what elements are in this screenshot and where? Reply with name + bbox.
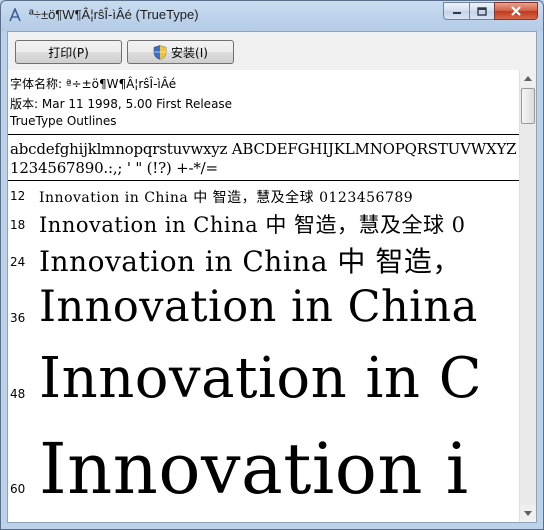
- sample-size: 48: [10, 387, 26, 401]
- scroll-up-button[interactable]: [520, 70, 536, 87]
- vertical-scrollbar[interactable]: [519, 70, 536, 522]
- version-line: 版本: Mar 11 1998, 5.00 First Release: [10, 97, 233, 111]
- sample-row-60: 60 Innovation i: [8, 422, 520, 522]
- divider: [8, 134, 520, 135]
- scroll-down-button[interactable]: [520, 505, 536, 522]
- sample-text: Innovation in China 中 智造，慧及全球 0: [39, 213, 466, 237]
- sample-text: Innovation in China 中 智造，慧及全球 0123456789: [39, 190, 414, 206]
- print-button-label: 打印(P): [48, 45, 89, 60]
- sample-text: Innovation in China 中 智造，: [39, 245, 461, 278]
- sample-text: Innovation in C: [39, 346, 483, 411]
- sample-text: Innovation in China: [39, 282, 478, 332]
- sample-size: 60: [10, 482, 26, 496]
- font-preview: 字体名称: ª÷±ö¶W¶Â¦rŝÎ-ìÂé 版本: Mar 11 1998, …: [8, 70, 520, 522]
- sample-size: 12: [10, 189, 26, 203]
- sample-row-36: 36 Innovation in China: [8, 280, 520, 342]
- uac-shield-icon: [153, 44, 167, 60]
- font-viewer-window: ª÷±ö¶W¶Â¦rŝÎ-ìÂé (TrueType) 打印(P) 安装(I) …: [0, 0, 544, 530]
- scrollbar-thumb[interactable]: [521, 88, 535, 124]
- chevron-up-icon: [524, 76, 532, 81]
- sample-size: 24: [10, 255, 26, 269]
- maximize-icon: [477, 6, 487, 16]
- window-title: ª÷±ö¶W¶Â¦rŝÎ-ìÂé (TrueType): [29, 7, 199, 22]
- sample-row-12: 12 Innovation in China 中 智造，慧及全球 0123456…: [8, 186, 520, 208]
- print-button[interactable]: 打印(P): [15, 40, 122, 64]
- toolbar: 打印(P) 安装(I): [8, 32, 536, 70]
- sample-row-18: 18 Innovation in China 中 智造，慧及全球 0: [8, 208, 520, 238]
- title-bar[interactable]: ª÷±ö¶W¶Â¦rŝÎ-ìÂé (TrueType): [1, 1, 543, 29]
- caption-buttons: [443, 2, 538, 21]
- charset-line-digits: 1234567890.:,; ' " (!?) +-*/=: [10, 159, 218, 177]
- sample-row-48: 48 Innovation in C: [8, 342, 520, 422]
- close-icon: [511, 6, 521, 16]
- sample-size: 18: [10, 218, 26, 232]
- charset-line-letters: abcdefghijklmnopqrstuvwxyz ABCDEFGHIJKLM…: [10, 140, 517, 158]
- minimize-icon: [452, 12, 461, 14]
- divider: [8, 180, 520, 181]
- client-area: 打印(P) 安装(I) 字体名称: ª÷±ö¶W¶Â¦rŝÎ-ìÂé 版本: M…: [7, 31, 537, 523]
- close-button[interactable]: [494, 2, 538, 20]
- minimize-button[interactable]: [443, 2, 469, 20]
- font-name-line: 字体名称: ª÷±ö¶W¶Â¦rŝÎ-ìÂé: [10, 77, 177, 91]
- sample-row-24: 24 Innovation in China 中 智造，: [8, 238, 520, 280]
- maximize-button[interactable]: [469, 2, 494, 20]
- font-file-icon: [9, 8, 21, 22]
- chevron-down-icon: [524, 511, 532, 516]
- install-button[interactable]: 安装(I): [127, 40, 234, 64]
- outline-type-line: TrueType Outlines: [10, 114, 117, 128]
- sample-text: Innovation i: [39, 428, 469, 510]
- sample-size: 36: [10, 311, 26, 325]
- install-button-label: 安装(I): [171, 45, 208, 60]
